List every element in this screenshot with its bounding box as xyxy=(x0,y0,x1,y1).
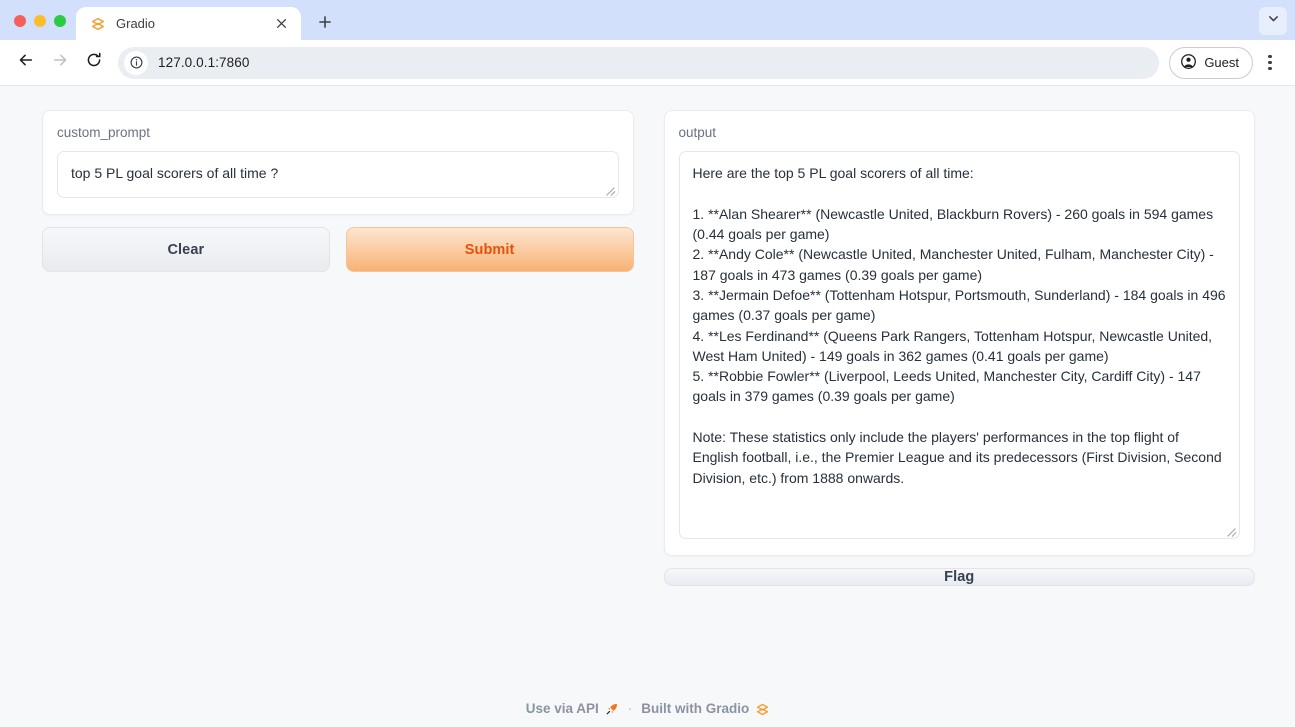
window-maximize-button[interactable] xyxy=(54,15,66,27)
back-button[interactable] xyxy=(10,47,42,79)
address-bar-url: 127.0.0.1:7860 xyxy=(158,55,250,70)
gradio-app: custom_prompt Clear Submit output xyxy=(0,86,1295,727)
chevron-down-icon xyxy=(1267,12,1280,30)
gradio-footer: Use via API · Built with Gradio xyxy=(0,701,1295,716)
built-with-gradio-link[interactable]: Built with Gradio xyxy=(641,701,769,716)
use-via-api-label: Use via API xyxy=(525,701,599,716)
tab-title: Gradio xyxy=(116,16,156,31)
address-bar[interactable]: 127.0.0.1:7860 xyxy=(118,46,1160,79)
submit-button[interactable]: Submit xyxy=(345,227,634,273)
arrow-right-icon xyxy=(51,51,69,74)
tab-search-button[interactable] xyxy=(1259,7,1287,35)
input-column: custom_prompt Clear Submit xyxy=(42,110,634,273)
window-close-button[interactable] xyxy=(14,15,26,27)
use-via-api-link[interactable]: Use via API xyxy=(526,701,619,716)
action-buttons: Clear Submit xyxy=(42,227,634,273)
reload-button[interactable] xyxy=(78,47,110,79)
browser-window: Gradio 127.0.0.1:7860 Guest custom_promp… xyxy=(0,0,1295,727)
info-circle-icon[interactable] xyxy=(124,50,148,75)
gradio-logo-icon xyxy=(755,702,769,716)
browser-tab-gradio[interactable]: Gradio xyxy=(76,7,301,40)
custom-prompt-label: custom_prompt xyxy=(57,125,151,140)
profile-button[interactable]: Guest xyxy=(1169,46,1253,79)
output-label: output xyxy=(678,125,717,140)
window-minimize-button[interactable] xyxy=(34,15,46,27)
input-panel: custom_prompt xyxy=(42,110,634,216)
forward-button[interactable] xyxy=(44,47,76,79)
output-panel: output xyxy=(663,110,1255,557)
rocket-icon xyxy=(605,702,619,716)
close-icon[interactable] xyxy=(271,14,291,34)
output-column: output Flag xyxy=(663,110,1255,587)
new-tab-button[interactable] xyxy=(311,8,339,36)
account-circle-icon xyxy=(1180,53,1197,73)
flag-button[interactable]: Flag xyxy=(663,568,1255,587)
footer-separator: · xyxy=(627,701,633,716)
built-with-gradio-label: Built with Gradio xyxy=(641,701,750,716)
window-controls xyxy=(0,15,76,40)
reload-icon xyxy=(85,51,103,74)
gradio-logo-icon xyxy=(90,16,106,32)
tab-strip: Gradio xyxy=(0,0,1295,40)
custom-prompt-input[interactable] xyxy=(57,151,619,199)
app-columns: custom_prompt Clear Submit output xyxy=(0,86,1295,587)
arrow-left-icon xyxy=(17,51,35,74)
clear-button[interactable]: Clear xyxy=(42,227,330,273)
kebab-menu-icon[interactable] xyxy=(1255,48,1285,78)
output-textarea[interactable] xyxy=(678,151,1240,540)
browser-toolbar: 127.0.0.1:7860 Guest xyxy=(0,40,1295,86)
profile-label: Guest xyxy=(1204,55,1239,70)
